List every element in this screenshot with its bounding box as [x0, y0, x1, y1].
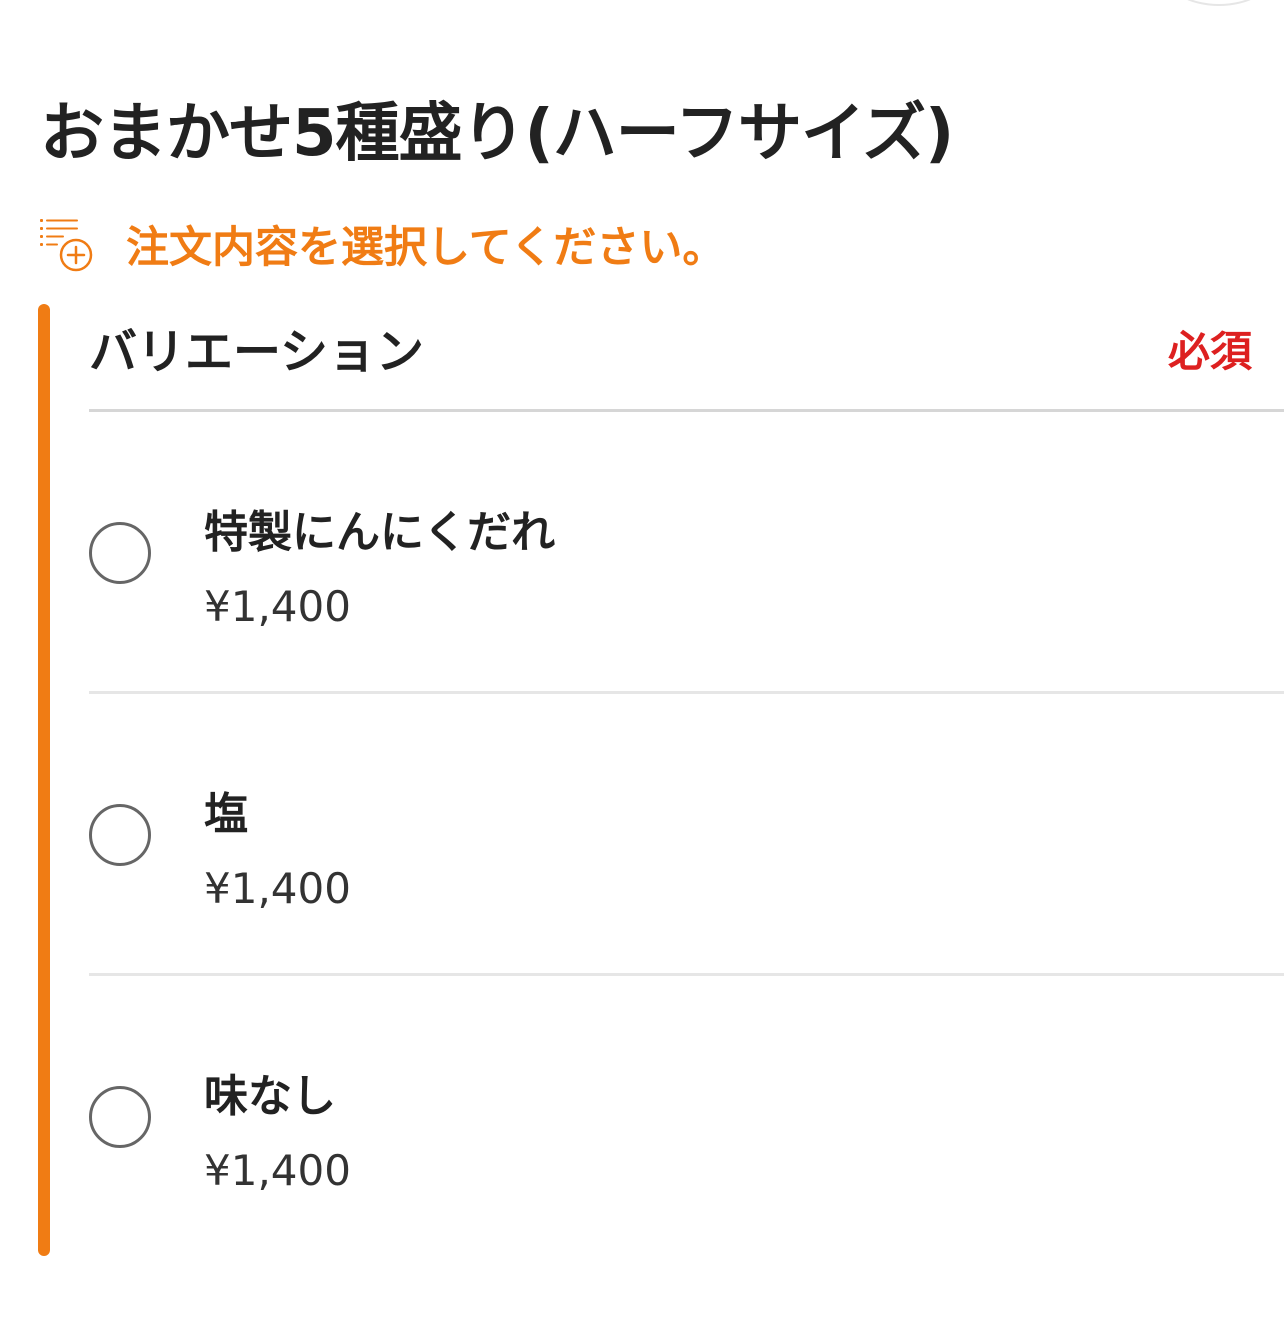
section-title: バリエーション — [89, 324, 425, 380]
radio-button[interactable] — [89, 522, 151, 584]
selection-notice: 注文内容を選択してください。 — [38, 214, 725, 274]
notice-text: 注文内容を選択してください。 — [126, 223, 726, 273]
item-options-page: おまかせ5種盛り(ハーフサイズ) 注文内容を選択してください。 バリエーション … — [0, 0, 1284, 1340]
item-title: おまかせ5種盛り(ハーフサイズ) — [40, 97, 954, 171]
option-price: ¥1,400 — [204, 582, 351, 631]
option-price: ¥1,400 — [204, 864, 351, 913]
section-header: バリエーション 必須 — [89, 300, 1284, 412]
option-name: 塩 — [204, 789, 248, 840]
list-add-icon — [38, 215, 96, 273]
variation-section: バリエーション 必須 特製にんにくだれ ¥1,400 塩 ¥1,400 味なし … — [89, 300, 1284, 1258]
option-list: 特製にんにくだれ ¥1,400 塩 ¥1,400 味なし ¥1,400 — [89, 412, 1284, 1258]
option-name: 味なし — [204, 1071, 336, 1122]
option-price: ¥1,400 — [204, 1146, 351, 1195]
radio-button[interactable] — [89, 804, 151, 866]
required-badge: 必須 — [1167, 327, 1252, 376]
option-name: 特製にんにくだれ — [204, 507, 556, 558]
option-item[interactable]: 塩 ¥1,400 — [89, 694, 1284, 976]
option-item[interactable]: 味なし ¥1,400 — [89, 976, 1284, 1258]
close-button[interactable] — [1164, 0, 1274, 6]
section-accent-bar — [38, 304, 50, 1256]
radio-button[interactable] — [89, 1086, 151, 1148]
option-item[interactable]: 特製にんにくだれ ¥1,400 — [89, 412, 1284, 694]
